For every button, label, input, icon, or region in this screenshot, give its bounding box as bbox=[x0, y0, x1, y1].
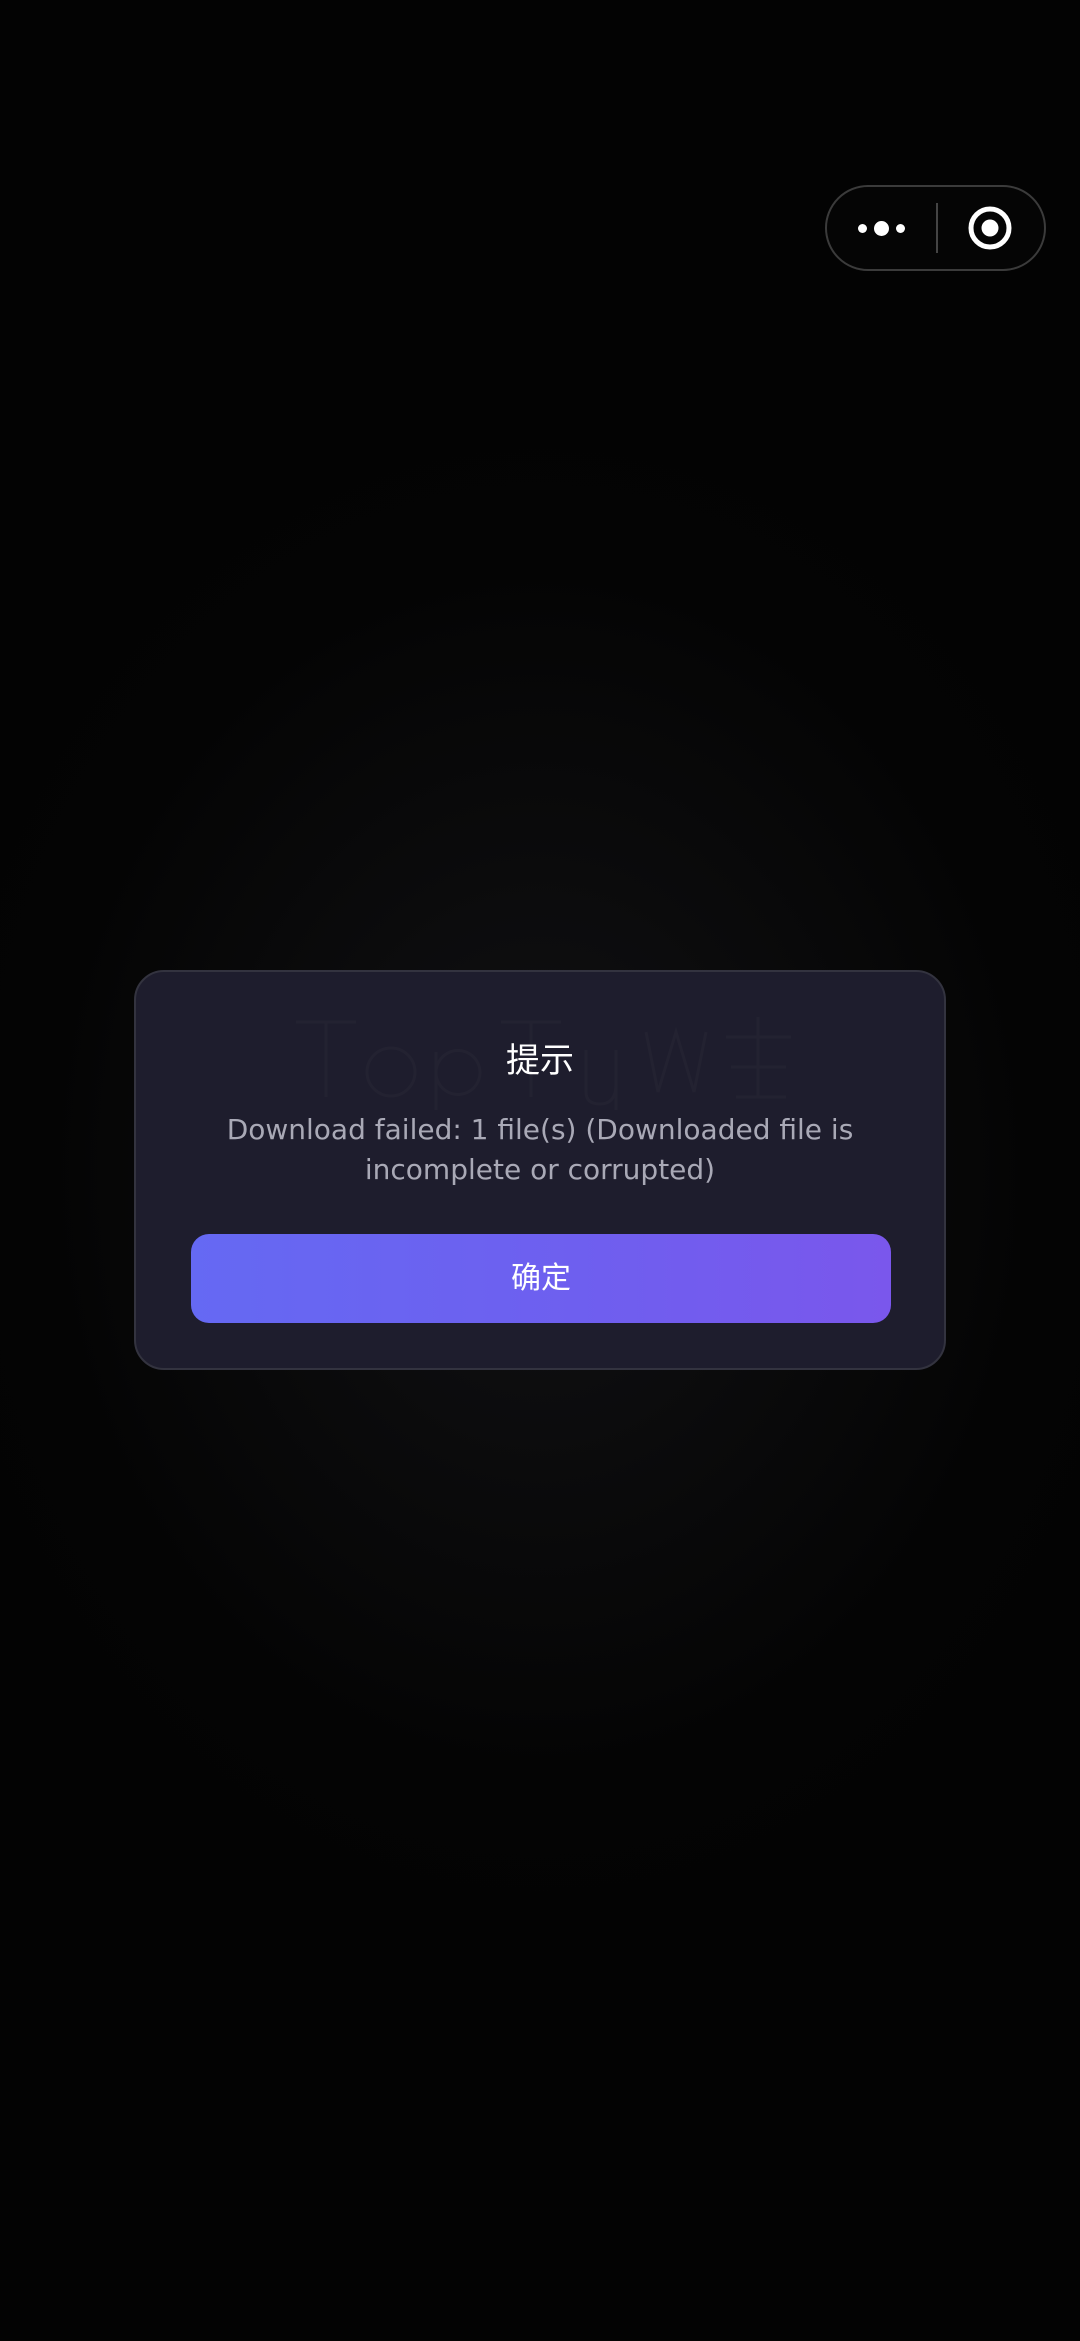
confirm-button[interactable]: 确定 bbox=[191, 1234, 891, 1323]
dialog-title: 提示 bbox=[506, 1041, 574, 1081]
more-button[interactable] bbox=[827, 187, 936, 269]
miniprogram-capsule bbox=[825, 185, 1046, 271]
capsule-divider bbox=[936, 203, 938, 253]
more-dots-icon bbox=[857, 220, 905, 236]
dialog-message: Download failed: 1 file(s) (Downloaded f… bbox=[226, 1113, 854, 1186]
target-close-icon bbox=[968, 206, 1012, 250]
alert-dialog: 提示 Download failed: 1 file(s) (Downloade… bbox=[134, 970, 946, 1370]
close-button[interactable] bbox=[936, 187, 1045, 269]
